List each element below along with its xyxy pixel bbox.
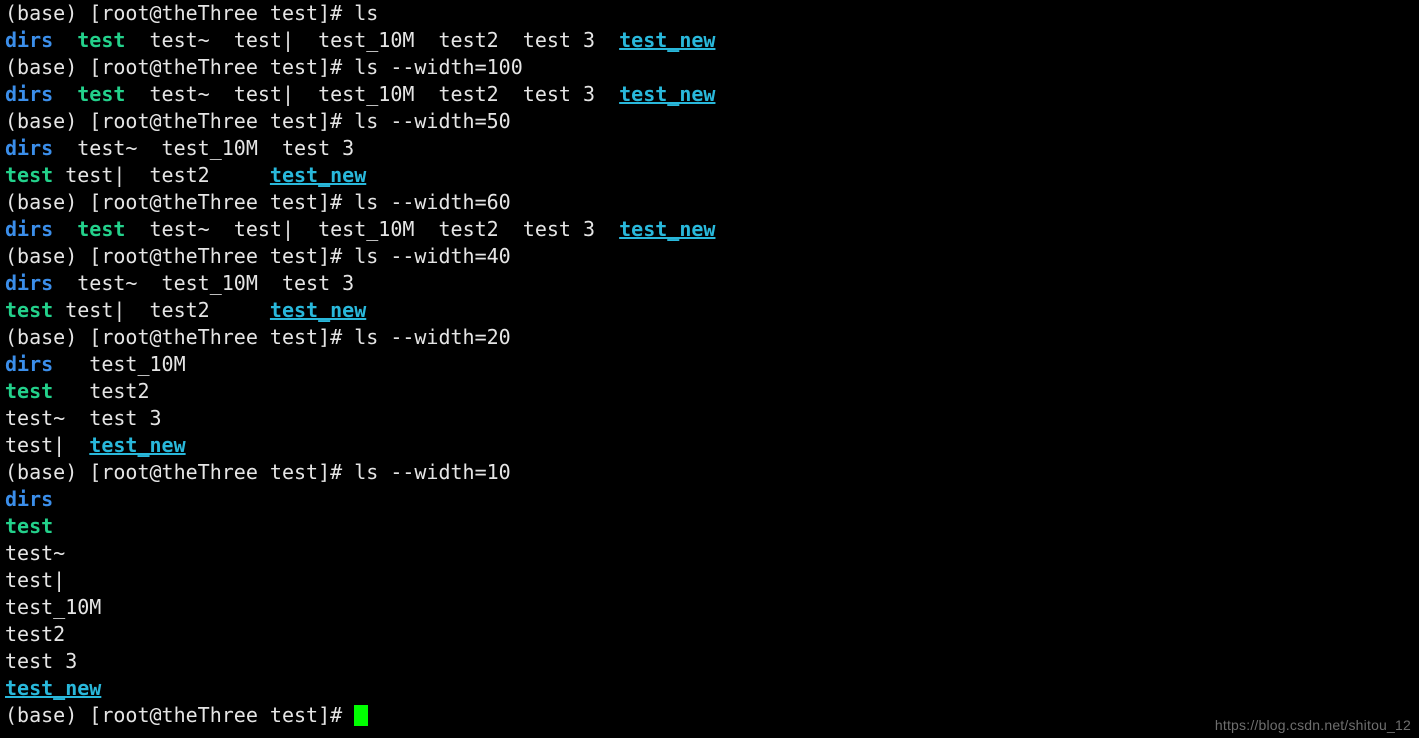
terminal-text-default: test~ test| test_10M test2 test 3 — [125, 28, 620, 52]
terminal-text-executable: test — [5, 163, 54, 187]
terminal-text-default: test 3 — [5, 649, 78, 673]
terminal-text-default: (base) [root@theThree test]# ls --width=… — [5, 460, 511, 484]
terminal-output-line: test test2 — [0, 378, 1419, 405]
terminal-text-default: test| test2 — [53, 298, 270, 322]
terminal-text-default: test| — [5, 433, 90, 457]
terminal-text-default: test~ test 3 — [5, 406, 162, 430]
terminal-output-line: test_10M — [0, 594, 1419, 621]
terminal-text-default: test2 — [53, 379, 150, 403]
terminal-output-line: dirs test~ test_10M test 3 — [0, 135, 1419, 162]
terminal-text-executable: test — [77, 217, 126, 241]
terminal-output-line: test| test_new — [0, 432, 1419, 459]
terminal-text-symlink: test_new — [269, 163, 367, 187]
terminal-output-line: dirs test_10M — [0, 351, 1419, 378]
terminal-output-line: dirs test test~ test| test_10M test2 tes… — [0, 81, 1419, 108]
terminal-text-default: test2 — [5, 622, 66, 646]
terminal-prompt-line: (base) [root@theThree test]# ls --width=… — [0, 324, 1419, 351]
terminal-output-line: dirs — [0, 486, 1419, 513]
terminal-output-line: test 3 — [0, 648, 1419, 675]
terminal-prompt-line: (base) [root@theThree test]# ls — [0, 0, 1419, 27]
terminal-output-line: test2 — [0, 621, 1419, 648]
terminal-text-default: test_10M — [5, 595, 102, 619]
terminal-text-directory: dirs — [5, 487, 54, 511]
terminal-output-line: test test| test2 test_new — [0, 162, 1419, 189]
terminal-text-default: test~ test| test_10M test2 test 3 — [125, 217, 620, 241]
terminal-text-default: (base) [root@theThree test]# ls — [5, 1, 379, 25]
terminal-text-default: test~ test| test_10M test2 test 3 — [125, 82, 620, 106]
terminal-prompt-line: (base) [root@theThree test]# ls --width=… — [0, 189, 1419, 216]
terminal-window[interactable]: (base) [root@theThree test]# ls dirs test… — [0, 0, 1419, 738]
terminal-prompt-line: (base) [root@theThree test]# ls --width=… — [0, 108, 1419, 135]
terminal-text-default: (base) [root@theThree test]# ls --width=… — [5, 55, 523, 79]
terminal-output-line: test~ — [0, 540, 1419, 567]
terminal-text-symlink: test_new — [269, 298, 367, 322]
terminal-output-line: dirs test~ test_10M test 3 — [0, 270, 1419, 297]
terminal-text-executable: test — [5, 379, 54, 403]
terminal-output-line: test~ test 3 — [0, 405, 1419, 432]
terminal-text-default: test_10M — [53, 352, 186, 376]
terminal-text-default — [53, 82, 77, 106]
watermark-text: https://blog.csdn.net/shitou_12 — [1214, 717, 1411, 733]
terminal-output-line: test_new — [0, 675, 1419, 702]
text-cursor[interactable] — [354, 705, 369, 726]
terminal-text-directory: dirs — [5, 136, 54, 160]
terminal-text-default: test| test2 — [53, 163, 270, 187]
terminal-text-executable: test — [5, 514, 54, 538]
terminal-text-default — [53, 217, 77, 241]
terminal-text-default: test| — [5, 568, 66, 592]
terminal-text-symlink: test_new — [619, 217, 716, 241]
terminal-text-directory: dirs — [5, 352, 54, 376]
terminal-text-default: (base) [root@theThree test]# ls --width=… — [5, 190, 511, 214]
terminal-prompt-line: (base) [root@theThree test]# ls --width=… — [0, 54, 1419, 81]
terminal-text-executable: test — [77, 28, 126, 52]
terminal-text-executable: test — [77, 82, 126, 106]
terminal-text-executable: test — [5, 298, 54, 322]
terminal-text-directory: dirs — [5, 217, 54, 241]
terminal-text-default: (base) [root@theThree test]# ls --width=… — [5, 244, 511, 268]
terminal-output-line: test test| test2 test_new — [0, 297, 1419, 324]
terminal-text-symlink: test_new — [619, 28, 716, 52]
terminal-text-default: (base) [root@theThree test]# — [5, 703, 355, 727]
terminal-text-directory: dirs — [5, 82, 54, 106]
terminal-text-symlink: test_new — [619, 82, 716, 106]
terminal-output-line: test| — [0, 567, 1419, 594]
terminal-output-line: dirs test test~ test| test_10M test2 tes… — [0, 27, 1419, 54]
terminal-text-symlink: test_new — [89, 433, 186, 457]
terminal-text-default: test~ test_10M test 3 — [53, 271, 355, 295]
terminal-text-default: (base) [root@theThree test]# ls --width=… — [5, 109, 511, 133]
terminal-text-symlink: test_new — [5, 676, 102, 700]
terminal-output-line: test — [0, 513, 1419, 540]
terminal-text-default: test~ test_10M test 3 — [53, 136, 355, 160]
terminal-text-default: (base) [root@theThree test]# ls --width=… — [5, 325, 511, 349]
terminal-output-line: dirs test test~ test| test_10M test2 tes… — [0, 216, 1419, 243]
terminal-prompt-line: (base) [root@theThree test]# — [0, 702, 1419, 729]
terminal-text-directory: dirs — [5, 28, 54, 52]
terminal-text-default: test~ — [5, 541, 66, 565]
terminal-prompt-line: (base) [root@theThree test]# ls --width=… — [0, 243, 1419, 270]
terminal-output-area[interactable]: (base) [root@theThree test]# ls dirs test… — [0, 0, 1419, 729]
terminal-text-default — [53, 28, 77, 52]
terminal-prompt-line: (base) [root@theThree test]# ls --width=… — [0, 459, 1419, 486]
terminal-text-directory: dirs — [5, 271, 54, 295]
